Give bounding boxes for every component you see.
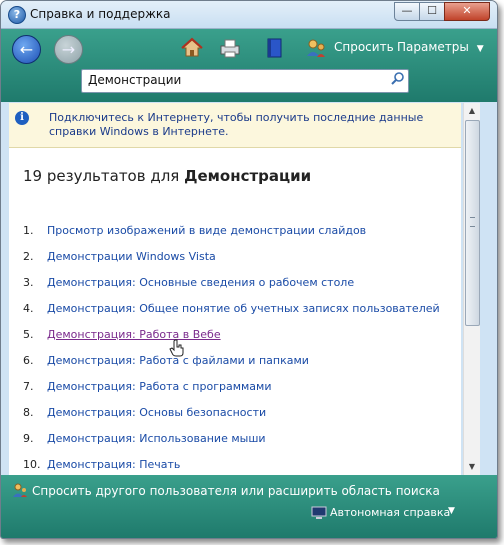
result-link[interactable]: Демонстрация: Основные сведения о рабоче… <box>47 276 354 289</box>
info-icon: i <box>15 111 29 125</box>
result-number: 5. <box>23 328 34 341</box>
scroll-up-icon[interactable]: ▲ <box>464 103 480 119</box>
ask-other-link[interactable]: Спросить другого пользователя или расшир… <box>32 484 440 498</box>
result-number: 6. <box>23 354 34 367</box>
vertical-scrollbar[interactable]: ▲ ▼ <box>463 103 480 475</box>
result-link[interactable]: Демонстрация: Работа с программами <box>47 380 272 393</box>
chevron-down-icon: ▼ <box>476 44 484 54</box>
result-number: 4. <box>23 302 34 315</box>
scroll-down-icon[interactable]: ▼ <box>464 459 480 475</box>
ask-link[interactable]: Спросить <box>334 40 394 54</box>
browse-help-icon[interactable] <box>261 36 287 62</box>
options-menu[interactable]: Параметры ▼ <box>397 40 484 54</box>
result-number: 1. <box>23 224 34 237</box>
results-pane: i Подключитесь к Интернету, чтобы получи… <box>9 103 461 475</box>
forward-button[interactable]: → <box>54 35 83 64</box>
back-button[interactable]: ← <box>12 35 41 64</box>
search-input[interactable]: Демонстрации <box>88 73 181 87</box>
help-window: ? Справка и поддержка — ☐ ✕ ← → Спросить… <box>0 0 498 539</box>
list-item: 8. Демонстрация: Основы безопасности <box>9 406 459 426</box>
list-item: 10. Демонстрация: Печать <box>9 458 459 475</box>
result-number: 9. <box>23 432 34 445</box>
list-item: 2. Демонстрации Windows Vista <box>9 250 459 270</box>
result-link[interactable]: Демонстрация: Основы безопасности <box>47 406 266 419</box>
offline-help-icon <box>311 506 327 520</box>
search-icon[interactable] <box>389 71 407 89</box>
scrollbar-grip <box>470 217 475 227</box>
maximize-button[interactable]: ☐ <box>419 2 445 21</box>
options-label: Параметры <box>397 40 469 54</box>
close-button[interactable]: ✕ <box>444 2 490 21</box>
search-field[interactable]: Демонстрации <box>81 69 409 93</box>
title-bar[interactable]: ? Справка и поддержка — ☐ ✕ <box>1 1 497 29</box>
results-count: 19 результатов для <box>23 167 180 185</box>
ask-person-icon <box>12 482 28 498</box>
results-query: Демонстрации <box>184 167 312 185</box>
result-link[interactable]: Демонстрация: Использование мыши <box>47 432 266 445</box>
result-number: 3. <box>23 276 34 289</box>
chevron-down-icon[interactable]: ▼ <box>448 506 455 516</box>
window-title: Справка и поддержка <box>30 7 171 21</box>
result-number: 8. <box>23 406 34 419</box>
result-number: 10. <box>23 458 41 471</box>
info-bar[interactable]: i Подключитесь к Интернету, чтобы получи… <box>9 103 461 148</box>
result-link[interactable]: Демонстрации Windows Vista <box>47 250 216 263</box>
list-item: 9. Демонстрация: Использование мыши <box>9 432 459 452</box>
result-link[interactable]: Демонстрация: Общее понятие об учетных з… <box>47 302 440 315</box>
result-link[interactable]: Просмотр изображений в виде демонстрации… <box>47 224 366 237</box>
help-app-icon: ? <box>8 6 26 24</box>
list-item: 3. Демонстрация: Основные сведения о раб… <box>9 276 459 296</box>
home-icon[interactable] <box>179 36 205 62</box>
toolbar: ← → Спросить Параметры ▼ Демонстрации <box>1 29 497 102</box>
scrollbar-thumb[interactable] <box>465 120 480 326</box>
ask-icon[interactable] <box>303 36 329 62</box>
result-link-hovered[interactable]: Демонстрация: Работа в Вебе <box>47 328 221 341</box>
result-link[interactable]: Демонстрация: Печать <box>47 458 180 471</box>
results-heading: 19 результатов для Демонстрации <box>23 167 311 185</box>
minimize-button[interactable]: — <box>394 2 420 21</box>
hand-cursor-icon <box>169 339 185 357</box>
footer-bar: Спросить другого пользователя или расшир… <box>1 475 497 538</box>
list-item: 5. Демонстрация: Работа в Вебе <box>9 328 459 348</box>
info-text: Подключитесь к Интернету, чтобы получить… <box>49 111 424 138</box>
printer-icon[interactable] <box>217 36 243 62</box>
list-item: 6. Демонстрация: Работа с файлами и папк… <box>9 354 459 374</box>
list-item: 7. Демонстрация: Работа с программами <box>9 380 459 400</box>
result-number: 7. <box>23 380 34 393</box>
result-number: 2. <box>23 250 34 263</box>
offline-help-menu[interactable]: Автономная справка <box>330 506 450 519</box>
list-item: 4. Демонстрация: Общее понятие об учетны… <box>9 302 459 322</box>
list-item: 1. Просмотр изображений в виде демонстра… <box>9 224 459 244</box>
